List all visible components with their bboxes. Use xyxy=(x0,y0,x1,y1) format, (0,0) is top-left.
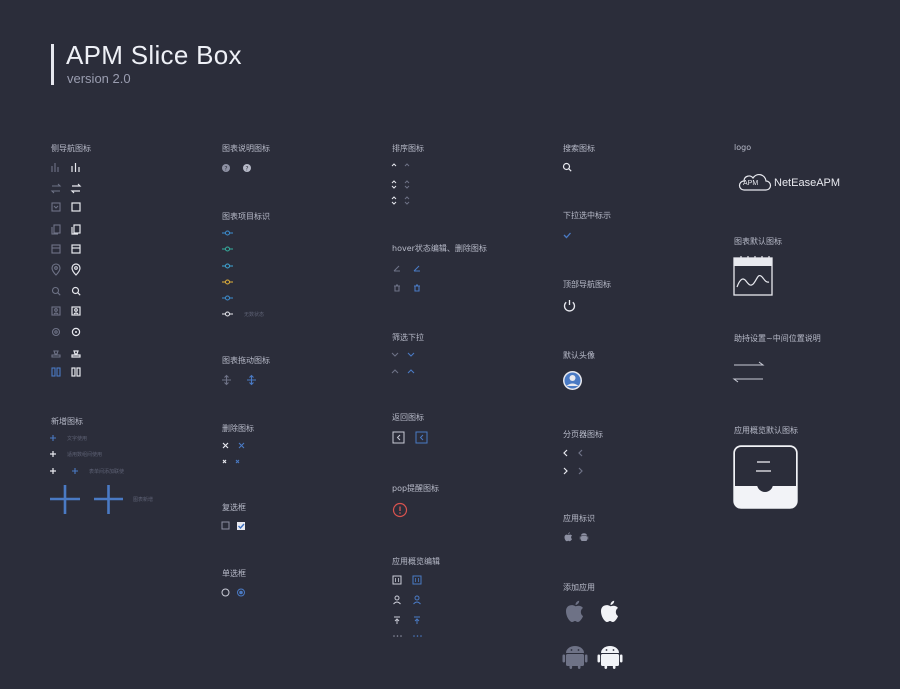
app-default-graphic xyxy=(733,445,798,509)
app-default-icon xyxy=(733,445,798,509)
